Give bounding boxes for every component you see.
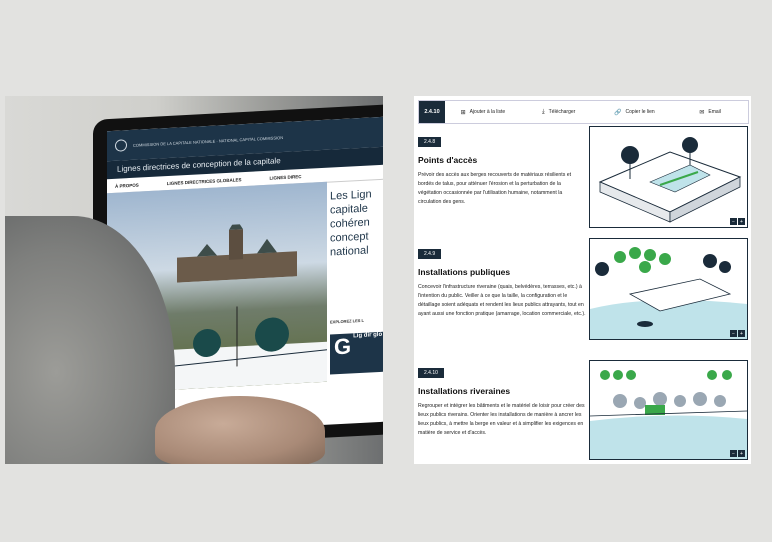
public-facilities-drawing xyxy=(590,239,747,339)
parliament-illustration xyxy=(177,221,297,283)
nav-item-more[interactable]: LIGNES DIREC xyxy=(270,174,302,181)
section-body: Regrouper et intégrer les bâtiments et l… xyxy=(418,403,585,436)
hero-line: national xyxy=(330,244,369,259)
section-body: Prévoir des accès aux berges recouverts … xyxy=(418,172,572,205)
section-public-facilities: 2.4.9 Installations publiques Concevoir … xyxy=(418,242,588,319)
zoom-controls: − + xyxy=(730,218,745,225)
section-title: Installations riveraines xyxy=(418,386,511,396)
guideline-page: 2.4.10 ⊞ Ajouter à la liste ⤓ Télécharge… xyxy=(414,96,751,464)
zoom-in-button[interactable]: + xyxy=(738,450,745,457)
email-button[interactable]: ✉ Email xyxy=(672,109,748,116)
copy-link-button[interactable]: 🔗 Copier le lien xyxy=(597,109,673,116)
section-code: 2.4.8 xyxy=(418,137,442,147)
person-hand xyxy=(155,396,325,464)
access-points-drawing xyxy=(598,137,742,223)
section-title: Points d'accès xyxy=(418,155,478,165)
zoom-out-button[interactable]: − xyxy=(730,330,737,337)
zoom-controls: − + xyxy=(730,450,745,457)
guidelines-tile[interactable]: G Lig dir glo xyxy=(330,331,383,375)
add-to-list-button[interactable]: ⊞ Ajouter à la liste xyxy=(445,109,521,116)
riverside-facilities-drawing xyxy=(590,361,747,459)
section-riverside-facilities: 2.4.10 Installations riveraines Regroupe… xyxy=(418,361,588,438)
email-icon: ✉ xyxy=(699,109,705,116)
ncc-org-name: COMMISSION DE LA CAPITALE NATIONALE · NA… xyxy=(133,134,284,148)
button-label: Ajouter à la liste xyxy=(469,109,506,115)
button-label: Copier le lien xyxy=(625,109,655,115)
download-button[interactable]: ⤓ Télécharger xyxy=(521,109,597,116)
button-label: Email xyxy=(708,109,721,115)
tile-text: Lig dir glo xyxy=(353,331,383,340)
explore-label[interactable]: EXPLOREZ LES L xyxy=(330,318,364,325)
section-title: Installations publiques xyxy=(418,267,511,277)
hero-heading: Les Lign capitale cohéren concept nation… xyxy=(330,187,372,259)
nav-item-about[interactable]: À PROPOS xyxy=(115,182,139,188)
link-icon: 🔗 xyxy=(614,109,622,116)
section-access-points: 2.4.8 Points d'accès Prévoir des accès a… xyxy=(418,130,588,207)
section-body: Concevoir l'infrastructure riveraine (qu… xyxy=(418,284,586,317)
tile-letter: G xyxy=(334,333,352,360)
toolbar: 2.4.10 ⊞ Ajouter à la liste ⤓ Télécharge… xyxy=(418,100,749,124)
zoom-controls: − + xyxy=(730,330,745,337)
zoom-in-button[interactable]: + xyxy=(738,330,745,337)
list-add-icon: ⊞ xyxy=(460,109,466,116)
download-icon: ⤓ xyxy=(541,108,545,115)
illustration-access-points[interactable]: − + xyxy=(589,126,748,228)
illustration-riverside-facilities[interactable]: − + xyxy=(589,360,748,460)
zoom-out-button[interactable]: − xyxy=(730,450,737,457)
zoom-in-button[interactable]: + xyxy=(738,218,745,225)
zoom-out-button[interactable]: − xyxy=(730,218,737,225)
ncc-logo xyxy=(115,139,127,152)
illustration-public-facilities[interactable]: − + xyxy=(589,238,748,340)
button-label: Télécharger xyxy=(548,109,576,115)
section-code: 2.4.9 xyxy=(418,249,442,259)
nav-item-global[interactable]: LIGNES DIRECTRICES GLOBALES xyxy=(167,177,242,186)
toolbar-code: 2.4.10 xyxy=(419,101,445,123)
laptop-photo: COMMISSION DE LA CAPITALE NATIONALE · NA… xyxy=(5,96,383,464)
section-code: 2.4.10 xyxy=(418,368,444,378)
